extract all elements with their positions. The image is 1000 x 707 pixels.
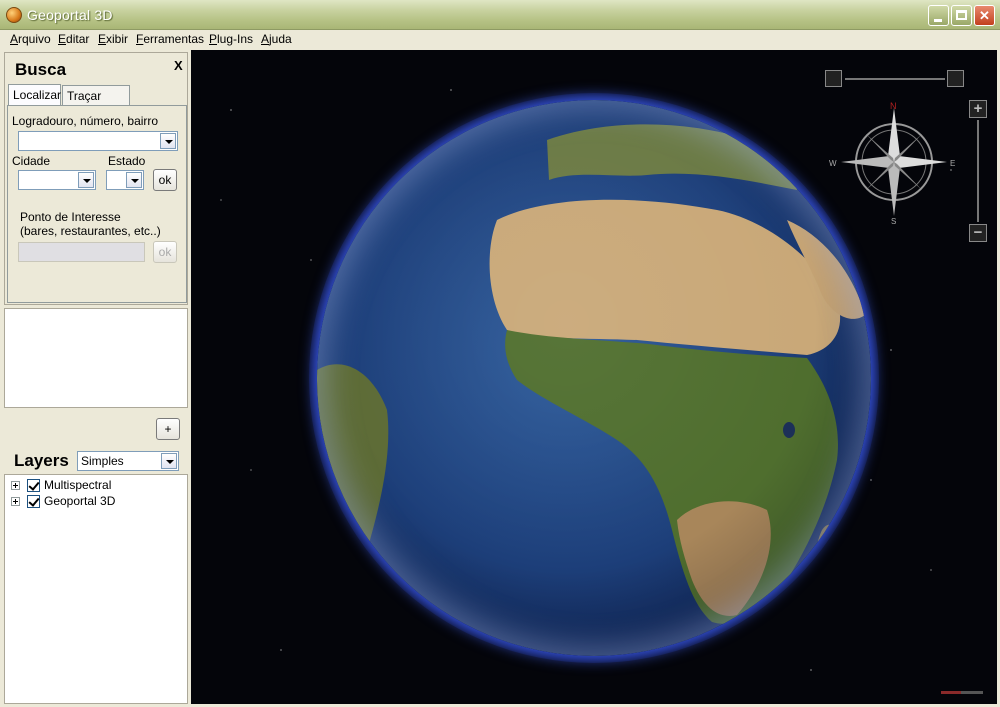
zoom-out-button[interactable]: −	[969, 224, 987, 242]
expand-icon[interactable]	[11, 481, 20, 490]
globe-shading	[317, 100, 871, 656]
localizar-tab-body: Logradouro, número, bairro Cidade Estado…	[7, 105, 187, 303]
layer-checkbox-multispectral[interactable]	[27, 479, 40, 492]
estado-combo[interactable]	[106, 170, 144, 190]
compass-rose-icon[interactable]: N S E W	[827, 102, 961, 224]
tab-localizar[interactable]: Localizar	[8, 84, 61, 105]
maximize-button[interactable]	[951, 5, 972, 26]
tilt-max-icon[interactable]	[947, 70, 964, 87]
poi-hint-label: (bares, restaurantes, etc..)	[20, 224, 161, 238]
add-button[interactable]: +	[156, 418, 180, 440]
layer-label: Geoportal 3D	[44, 494, 116, 508]
title-bar: Geoportal 3D ✕	[0, 0, 1000, 30]
zoom-track[interactable]	[977, 120, 979, 222]
menu-editar[interactable]: Editar	[58, 32, 89, 46]
poi-ok-button[interactable]: ok	[153, 241, 177, 263]
chevron-down-icon[interactable]	[161, 453, 177, 469]
search-ok-button[interactable]: ok	[153, 169, 177, 191]
compass-south-label: S	[891, 217, 896, 224]
tilt-reset-icon[interactable]	[825, 70, 842, 87]
tilt-slider[interactable]	[825, 70, 965, 88]
chevron-down-icon[interactable]	[126, 172, 142, 188]
left-panel: Busca X Localizar Traçar Rota Logradouro…	[4, 50, 190, 704]
layers-title: Layers	[14, 451, 69, 470]
close-window-button[interactable]: ✕	[974, 5, 995, 26]
chevron-down-icon[interactable]	[78, 172, 94, 188]
busca-close-button[interactable]: X	[174, 58, 183, 73]
cidade-label: Cidade	[12, 154, 51, 168]
address-label: Logradouro, número, bairro	[12, 114, 159, 128]
poi-input[interactable]	[18, 242, 145, 262]
cidade-combo[interactable]	[18, 170, 96, 190]
chevron-down-icon[interactable]	[160, 133, 176, 149]
globe-viewport[interactable]: N S E W + −	[191, 50, 997, 704]
window-title: Geoportal 3D	[27, 7, 113, 23]
tilt-track[interactable]	[845, 78, 945, 80]
busca-title: Busca	[15, 60, 67, 79]
scale-bar	[941, 691, 983, 694]
tab-tracar-rota[interactable]: Traçar Rota	[62, 85, 130, 117]
layers-mode-select[interactable]: Simples	[77, 451, 179, 471]
compass-east-label: E	[950, 159, 955, 168]
close-icon: ✕	[979, 8, 990, 23]
address-combo[interactable]	[18, 131, 178, 151]
expand-icon[interactable]	[11, 497, 20, 506]
layers-tree: Multispectral Geoportal 3D	[4, 474, 188, 704]
layer-checkbox-geoportal-3d[interactable]	[27, 495, 40, 508]
results-area	[4, 308, 188, 408]
compass-north-label: N	[890, 102, 897, 111]
menu-plug-ins[interactable]: Plug-Ins	[209, 32, 253, 46]
zoom-in-button[interactable]: +	[969, 100, 987, 118]
menu-arquivo[interactable]: Arquivo	[10, 32, 51, 46]
app-globe-icon	[6, 7, 22, 23]
earth-globe[interactable]	[317, 100, 871, 656]
menu-bar: Arquivo Editar Exibir Ferramentas Plug-I…	[0, 30, 1000, 49]
menu-ajuda[interactable]: Ajuda	[261, 32, 292, 46]
compass-west-label: W	[829, 159, 837, 168]
minimize-icon	[934, 19, 942, 22]
menu-exibir[interactable]: Exibir	[98, 32, 128, 46]
maximize-icon	[956, 10, 967, 20]
zoom-control: + −	[969, 100, 989, 242]
minimize-button[interactable]	[928, 5, 949, 26]
poi-label: Ponto de Interesse	[20, 210, 121, 224]
busca-panel: Busca X Localizar Traçar Rota Logradouro…	[4, 52, 188, 305]
layer-label: Multispectral	[44, 478, 112, 492]
menu-ferramentas[interactable]: Ferramentas	[136, 32, 204, 46]
estado-label: Estado	[108, 154, 146, 168]
